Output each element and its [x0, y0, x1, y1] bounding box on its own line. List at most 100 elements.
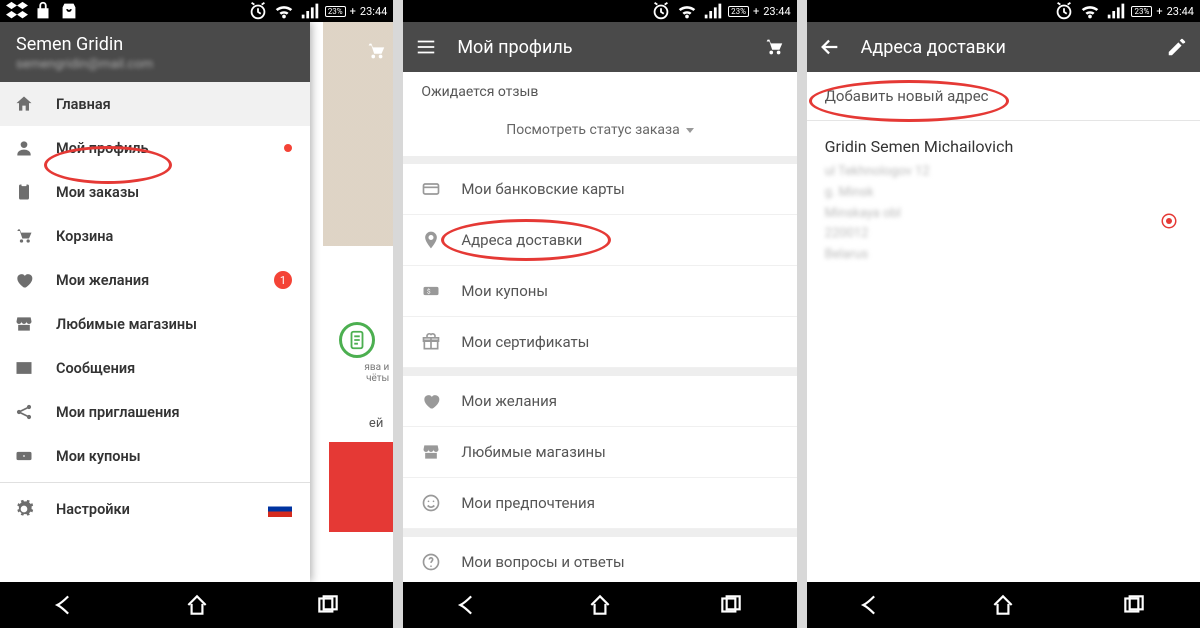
- drawer-item-cart[interactable]: Корзина: [0, 214, 310, 258]
- drawer-item-coupons[interactable]: Мои купоны: [0, 434, 310, 478]
- hamburger-icon[interactable]: [415, 36, 437, 58]
- drawer-item-settings[interactable]: Настройки: [0, 487, 310, 531]
- coupon-icon: $: [421, 281, 441, 301]
- divider: [0, 482, 310, 483]
- pin-icon: [421, 230, 441, 250]
- drawer-item-home[interactable]: Главная: [0, 82, 310, 126]
- order-status-text: Посмотреть статус заказа: [506, 122, 680, 138]
- recent-icon[interactable]: [718, 592, 744, 618]
- battery-level: 23%: [728, 6, 749, 17]
- app-header-profile: Мой профиль: [403, 22, 796, 72]
- clipboard-icon: [346, 329, 368, 351]
- header-title: Адреса доставки: [861, 37, 1006, 58]
- recent-icon[interactable]: [1121, 592, 1147, 618]
- drawer-item-invites[interactable]: Мои приглашения: [0, 390, 310, 434]
- list-label: Мои желания: [461, 392, 557, 410]
- android-nav-bar: [0, 582, 393, 628]
- user-email: semengridin@mail.com: [16, 57, 294, 72]
- app-header-addresses: Адреса доставки: [807, 22, 1200, 72]
- back-icon[interactable]: [53, 592, 79, 618]
- list-label: Мои вопросы и ответы: [461, 553, 624, 571]
- alarm-icon: [1053, 0, 1075, 22]
- card-icon: [421, 179, 441, 199]
- battery-level: 23%: [325, 6, 346, 17]
- header-title: Мой профиль: [457, 37, 572, 58]
- bg-caption-3: ей: [369, 416, 383, 431]
- drawer-header[interactable]: Semen Gridin semengridin@mail.com: [0, 22, 310, 82]
- radio-selected[interactable]: [1160, 212, 1178, 230]
- status-bar: 23% + 23:44: [807, 0, 1200, 22]
- edit-icon[interactable]: [1166, 36, 1188, 58]
- drawer-label: Главная: [56, 96, 111, 113]
- status-bar: 23% + 23:44: [403, 0, 796, 22]
- add-address-row[interactable]: Добавить новый адрес: [807, 72, 1200, 121]
- drawer-label: Сообщения: [56, 360, 135, 377]
- drawer-item-wishlist[interactable]: Мои желания 1: [0, 258, 310, 302]
- dropbox-icon: [6, 0, 28, 22]
- battery-plus: +: [350, 5, 356, 18]
- wifi-icon: [1079, 0, 1101, 22]
- bg-caption-1: ява и: [339, 362, 389, 373]
- list-item-addresses[interactable]: Адреса доставки: [403, 215, 796, 266]
- list-item-certificates[interactable]: Мои сертификаты: [403, 317, 796, 368]
- list-label: Любимые магазины: [461, 443, 605, 461]
- list-item-favstores[interactable]: Любимые магазины: [403, 427, 796, 478]
- battery-level: 23%: [1131, 6, 1152, 17]
- back-icon[interactable]: [456, 592, 482, 618]
- phone-3: 23% + 23:44 Адреса доставки Добавить нов…: [807, 0, 1200, 628]
- store-icon: [14, 314, 34, 334]
- drawer-item-messages[interactable]: Сообщения: [0, 346, 310, 390]
- add-address-label: Добавить новый адрес: [825, 87, 989, 105]
- screen-content-3: Адреса доставки Добавить новый адрес Gri…: [807, 22, 1200, 582]
- list-item-prefs[interactable]: Мои предпочтения: [403, 478, 796, 529]
- help-icon: [421, 552, 441, 572]
- cart-icon[interactable]: [365, 40, 387, 62]
- cart-icon[interactable]: [763, 36, 785, 58]
- drawer-item-orders[interactable]: Мои заказы: [0, 170, 310, 214]
- back-icon[interactable]: [859, 592, 885, 618]
- store-icon: [421, 442, 441, 462]
- list-label: Мои предпочтения: [461, 494, 595, 512]
- list-item-qa[interactable]: Мои вопросы и ответы: [403, 537, 796, 582]
- signal-icon: [702, 0, 724, 22]
- drawer-item-stores[interactable]: Любимые магазины: [0, 302, 310, 346]
- drawer-item-profile[interactable]: Мой профиль: [0, 126, 310, 170]
- phone-1: 23% + 23:44 ява и чёты ей Semen Gridin: [0, 0, 393, 628]
- battery-plus: +: [753, 5, 759, 18]
- coupon-icon: [14, 446, 34, 466]
- android-nav-bar: [403, 582, 796, 628]
- back-arrow-icon[interactable]: [819, 36, 841, 58]
- nav-drawer: Semen Gridin semengridin@mail.com Главна…: [0, 22, 310, 582]
- phone-2: 23% + 23:44 Мой профиль Ожидается отзыв …: [403, 0, 796, 628]
- alarm-icon: [650, 0, 672, 22]
- home-nav-icon[interactable]: [587, 592, 613, 618]
- bg-caption-2: чёты: [339, 373, 389, 384]
- address-recipient-name[interactable]: Gridin Semen Michailovich: [807, 121, 1200, 162]
- list-item-cards[interactable]: Мои банковские карты: [403, 164, 796, 215]
- review-pending-label: Ожидается отзыв: [403, 72, 796, 112]
- lock-icon: [32, 0, 54, 22]
- battery-plus: +: [1156, 5, 1162, 18]
- order-status-link[interactable]: Посмотреть статус заказа: [403, 112, 796, 156]
- list-item-wishlist[interactable]: Мои желания: [403, 376, 796, 427]
- home-nav-icon[interactable]: [990, 592, 1016, 618]
- flag-ru-icon: [268, 501, 292, 517]
- cart-icon: [14, 226, 34, 246]
- address-lines: ul Tekhnologov 12 g. Minsk Minskaya obl …: [807, 162, 1200, 266]
- chevron-down-icon: [686, 128, 694, 133]
- list-item-coupons[interactable]: $ Мои купоны: [403, 266, 796, 317]
- drawer-label: Мой профиль: [56, 140, 149, 157]
- smile-icon: [421, 493, 441, 513]
- status-bar: 23% + 23:44: [0, 0, 393, 22]
- mail-icon: [14, 358, 34, 378]
- list-label: Адреса доставки: [461, 231, 582, 249]
- home-nav-icon[interactable]: [184, 592, 210, 618]
- list-label: Мои банковские карты: [461, 180, 624, 198]
- drawer-label: Корзина: [56, 228, 113, 245]
- alarm-icon: [247, 0, 269, 22]
- recent-icon[interactable]: [315, 592, 341, 618]
- clipboard-icon: [14, 182, 34, 202]
- drawer-label: Любимые магазины: [56, 316, 197, 333]
- list-label: Мои сертификаты: [461, 333, 589, 351]
- signal-icon: [1105, 0, 1127, 22]
